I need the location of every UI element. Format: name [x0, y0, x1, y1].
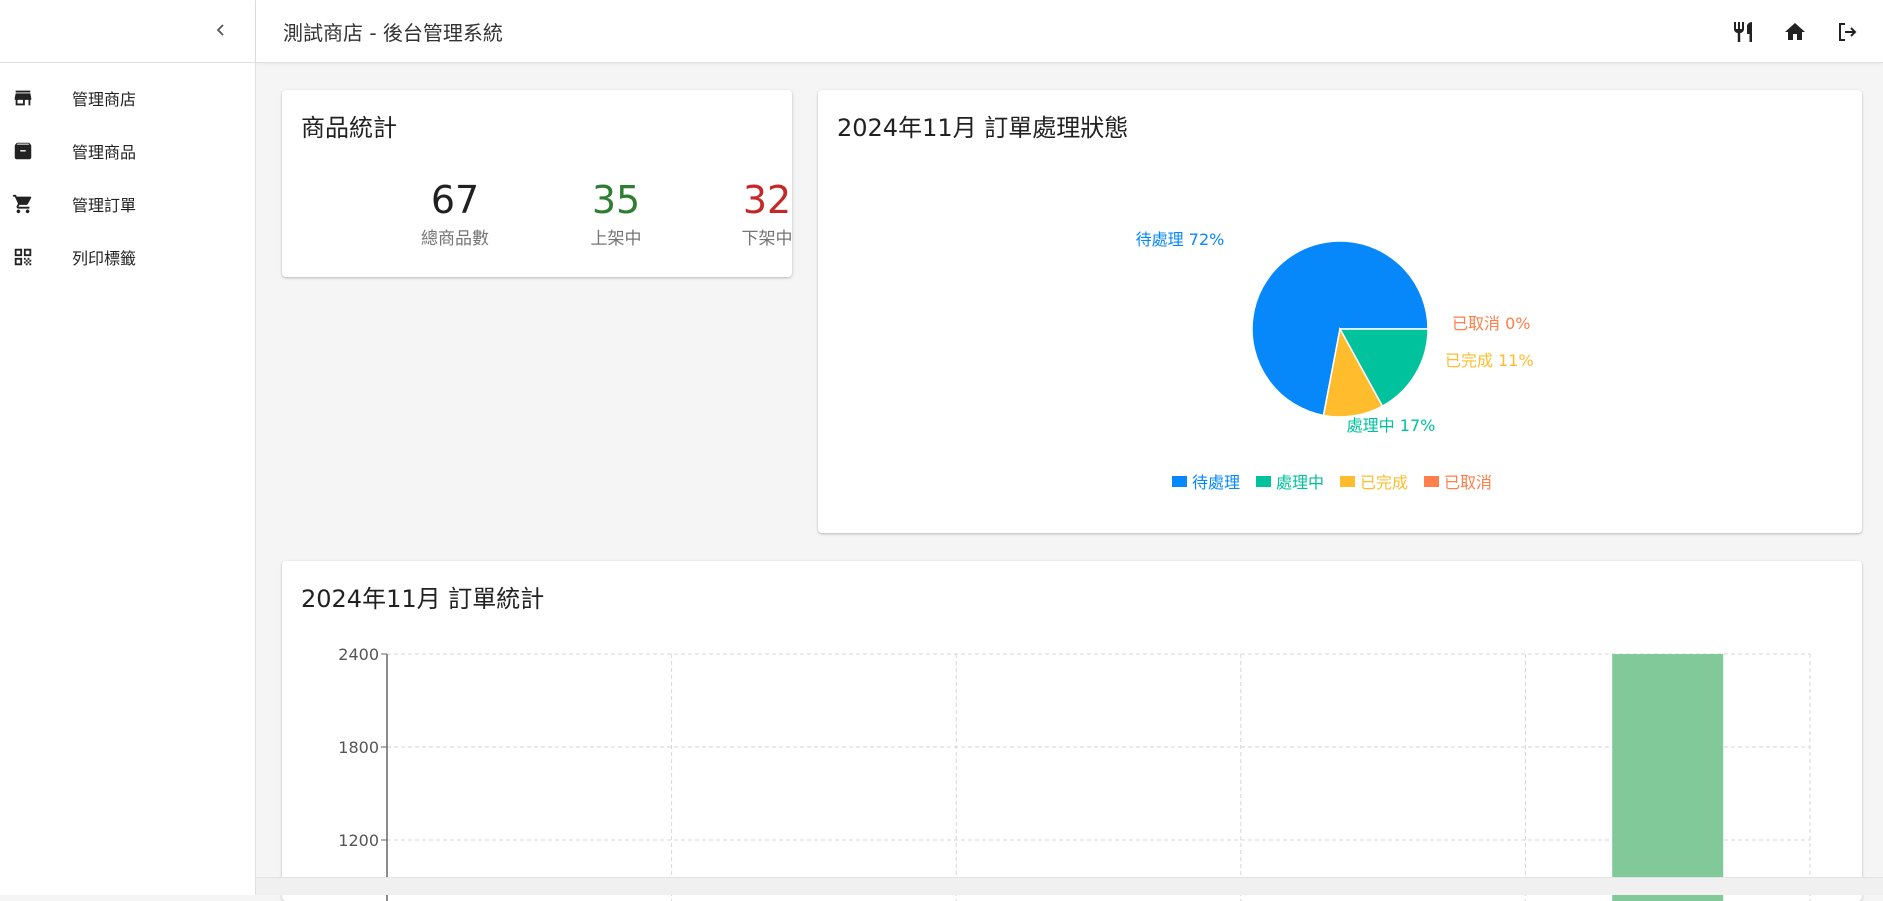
home-icon [1785, 23, 1805, 40]
chevron-left-icon [216, 24, 224, 36]
sidebar-item-label: 管理訂單 [72, 195, 137, 215]
pie-label: 已取消 0% [1452, 314, 1530, 333]
app-header: 測試商店 - 後台管理系統 [256, 0, 1883, 63]
legend-swatch [1424, 476, 1439, 487]
sidebar-item-manage-orders[interactable]: 管理訂單 [0, 177, 255, 230]
stat-on-shelf: 35 上架中 [546, 178, 686, 249]
legend-item[interactable]: 已完成 [1360, 473, 1408, 492]
sidebar-item-label: 管理商店 [72, 89, 137, 109]
card-title: 商品統計 [301, 114, 397, 142]
fork-knife-icon [1734, 22, 1752, 42]
legend-item[interactable]: 處理中 [1276, 473, 1324, 492]
legend-swatch [1256, 476, 1271, 487]
sidebar-item-label: 列印標籤 [72, 248, 137, 268]
stat-off-shelf: 32 下架中 [697, 178, 837, 249]
stat-label: 總商品數 [421, 229, 489, 249]
store-icon [11, 86, 35, 110]
legend-item[interactable]: 待處理 [1192, 473, 1240, 492]
restaurant-button[interactable] [1725, 14, 1761, 50]
sidebar-item-manage-products[interactable]: 管理商品 [0, 124, 255, 177]
y-tick-label: 1200 [338, 831, 379, 850]
pie-label: 已完成 11% [1445, 351, 1534, 370]
legend-swatch [1172, 476, 1187, 487]
page-title: 測試商店 - 後台管理系統 [283, 21, 503, 45]
sidebar-item-manage-store[interactable]: 管理商店 [0, 71, 255, 124]
archive-icon [11, 139, 35, 163]
y-tick-label: 2400 [338, 645, 379, 664]
pie-chart: 待處理 72% 處理中 17% 已完成 11% 已取消 0% 待處理 處理中 已完成 已取消 [1136, 230, 1534, 492]
product-stats-card: 商品統計 67 總商品數 35 上架中 32 下架中 [282, 90, 793, 277]
bar[interactable] [1612, 654, 1724, 901]
pie-label: 處理中 17% [1347, 416, 1436, 435]
sidebar-item-print-labels[interactable]: 列印標籤 [0, 230, 255, 283]
stat-value: 35 [591, 178, 641, 222]
stat-value: 67 [430, 178, 480, 222]
pie-label: 待處理 72% [1136, 230, 1225, 249]
sidebar: 管理商店 管理商品 管理訂單 列印標籤 [0, 0, 256, 895]
home-button[interactable] [1777, 14, 1813, 50]
order-stats-card: 2024年11月 訂單統計 2400 1800 1200 [282, 561, 1862, 901]
legend-swatch [1340, 476, 1355, 487]
bar-chart: 2400 1800 1200 [338, 645, 1811, 901]
stat-total: 67 總商品數 [385, 178, 525, 249]
stat-label: 上架中 [590, 229, 642, 249]
horizontal-scrollbar[interactable] [256, 877, 1883, 895]
header-actions [1725, 14, 1865, 50]
logout-icon [1839, 23, 1857, 41]
logout-button[interactable] [1829, 14, 1865, 50]
order-status-card: 2024年11月 訂單處理狀態 待處理 72% 處理中 17% 已完成 11% 已取消… [818, 90, 1862, 533]
qrcode-icon [11, 245, 35, 269]
stat-label: 下架中 [741, 229, 793, 249]
cart-icon [11, 192, 35, 216]
sidebar-header [0, 0, 255, 63]
stat-value: 32 [742, 178, 792, 222]
legend-item[interactable]: 已取消 [1444, 473, 1492, 492]
sidebar-item-label: 管理商品 [72, 142, 137, 162]
y-tick-label: 1800 [338, 738, 379, 757]
collapse-sidebar-button[interactable] [205, 14, 237, 46]
